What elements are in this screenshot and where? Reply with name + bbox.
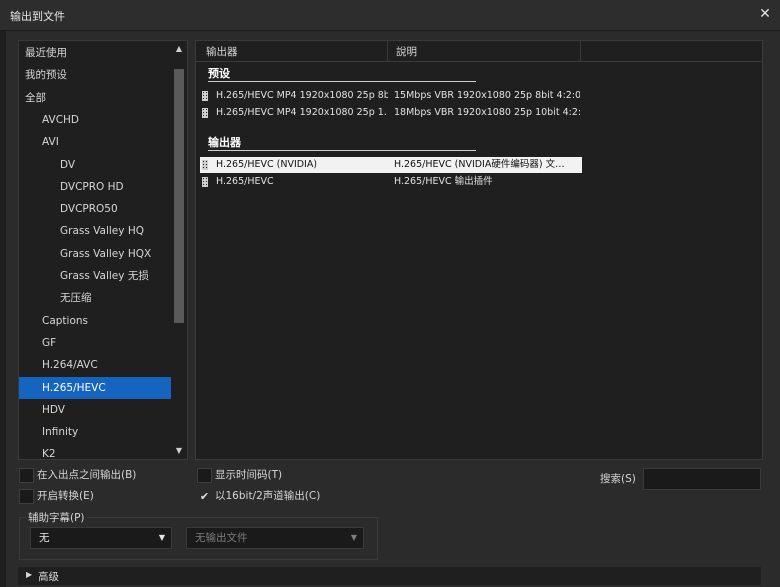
- tree-item[interactable]: Grass Valley HQX: [19, 243, 187, 265]
- film-icon: [202, 91, 208, 101]
- tree-item[interactable]: H.264/AVC: [19, 354, 187, 376]
- category-tree[interactable]: 最近使用 我的预设 全部 AVCHD AVI DV DVCPRO HD DVCPRO50 Gra…: [18, 40, 188, 460]
- tree-item[interactable]: H.265/HEVC: [19, 376, 187, 399]
- window-title: 输出到文件: [10, 10, 65, 23]
- checkbox-box[interactable]: [19, 468, 34, 483]
- exporter-name: H.265/HEVC MP4 1920x1080 25p 1…: [216, 107, 388, 118]
- scroll-down-icon[interactable]: ▼: [174, 446, 184, 456]
- tree-item[interactable]: GF: [19, 332, 187, 354]
- tree-scrollbar[interactable]: ▲ ▼: [171, 41, 187, 459]
- tree-item[interactable]: Infinity: [19, 421, 187, 443]
- checkbox-box[interactable]: [19, 489, 34, 504]
- column-divider[interactable]: [580, 41, 581, 61]
- tree-item[interactable]: AVI: [19, 131, 187, 153]
- film-icon: [202, 177, 208, 187]
- tree-item[interactable]: HDV: [19, 399, 187, 421]
- exporter-row[interactable]: H.265/HEVC MP4 1920x1080 25p 8bit 15Mbps …: [200, 88, 582, 104]
- expand-arrow-icon[interactable]: ▶: [26, 570, 32, 579]
- in-out-label: 在入出点之间输出(B): [37, 469, 137, 481]
- subtitle-select-value: 无: [39, 532, 50, 544]
- exporter-description: H.265/HEVC (NVIDIA硬件编码器) 文…: [394, 159, 565, 170]
- search-input[interactable]: [643, 468, 761, 490]
- scroll-thumb[interactable]: [174, 69, 184, 323]
- search-label: 搜索(S): [600, 473, 636, 485]
- title-bar: 输出到文件 ✕: [0, 0, 780, 31]
- exporter-name: H.265/HEVC: [216, 176, 274, 187]
- scroll-up-icon[interactable]: ▲: [174, 44, 184, 54]
- tree-item[interactable]: DV: [19, 154, 187, 176]
- column-description[interactable]: 說明: [396, 44, 417, 59]
- column-divider[interactable]: [387, 41, 388, 61]
- window-edge: [0, 30, 6, 587]
- presets-divider: [208, 81, 476, 82]
- tree-item[interactable]: K2: [19, 443, 187, 459]
- tree-item[interactable]: 无压缩: [19, 287, 187, 309]
- exporter-name: H.265/HEVC MP4 1920x1080 25p 8bit: [216, 90, 388, 101]
- exporter-row[interactable]: H.265/HEVC MP4 1920x1080 25p 1… 18Mbps VB…: [200, 105, 582, 121]
- exporter-name: H.265/HEVC (NVIDIA): [216, 159, 318, 170]
- exporters-divider: [208, 150, 476, 151]
- chevron-down-icon: ▼: [350, 533, 357, 542]
- advanced-label: 高级: [38, 571, 59, 583]
- exporter-row[interactable]: H.265/HEVC H.265/HEVC 输出插件: [200, 174, 582, 190]
- close-icon[interactable]: ✕: [756, 5, 774, 23]
- tree-item[interactable]: Grass Valley 无损: [19, 265, 187, 287]
- tree-item[interactable]: 最近使用: [19, 42, 177, 64]
- tree-item[interactable]: AVCHD: [19, 109, 187, 131]
- advanced-expander[interactable]: ▶ 高级: [18, 567, 761, 585]
- subtitle-file-placeholder: 无输出文件: [195, 532, 248, 544]
- presets-title: 预设: [208, 67, 230, 80]
- exporters-title: 输出器: [208, 136, 241, 149]
- exporter-description: 15Mbps VBR 1920x1080 25p 8bit 4:2:0: [394, 90, 580, 101]
- exporter-description: 18Mbps VBR 1920x1080 25p 10bit 4:2:0: [394, 107, 580, 118]
- subtitle-group-label: 辅助字幕(P): [26, 510, 87, 525]
- subtitle-file-select[interactable]: 无输出文件 ▼: [186, 527, 364, 549]
- tree-item[interactable]: Grass Valley HQ: [19, 220, 187, 242]
- film-icon: [202, 108, 208, 118]
- subtitle-select[interactable]: 无 ▼: [30, 527, 172, 549]
- exporter-row[interactable]: H.265/HEVC (NVIDIA) H.265/HEVC (NVIDIA硬件编…: [200, 157, 582, 173]
- tree-item[interactable]: 全部: [19, 87, 177, 109]
- chevron-down-icon: ▼: [158, 533, 165, 542]
- audio-16bit-label: 以16bit/2声道输出(C): [215, 490, 321, 502]
- convert-label: 开启转换(E): [37, 490, 94, 502]
- list-header: 输出器 說明: [196, 41, 762, 62]
- tree-item[interactable]: DVCPRO HD: [19, 176, 187, 198]
- checkbox-box[interactable]: [197, 468, 212, 483]
- tree-item[interactable]: DVCPRO50: [19, 198, 187, 220]
- exporter-description: H.265/HEVC 输出插件: [394, 176, 493, 187]
- tree-item[interactable]: Captions: [19, 310, 187, 332]
- exporter-list: 输出器 說明 预设 H.265/HEVC MP4 1920x1080 25p 8…: [195, 40, 763, 460]
- timecode-label: 显示时间码(T): [215, 469, 283, 481]
- column-exporter[interactable]: 输出器: [206, 44, 238, 59]
- checkmark-icon[interactable]: ✔: [197, 489, 212, 504]
- film-icon: [202, 160, 208, 170]
- tree-item[interactable]: 我的预设: [19, 64, 177, 86]
